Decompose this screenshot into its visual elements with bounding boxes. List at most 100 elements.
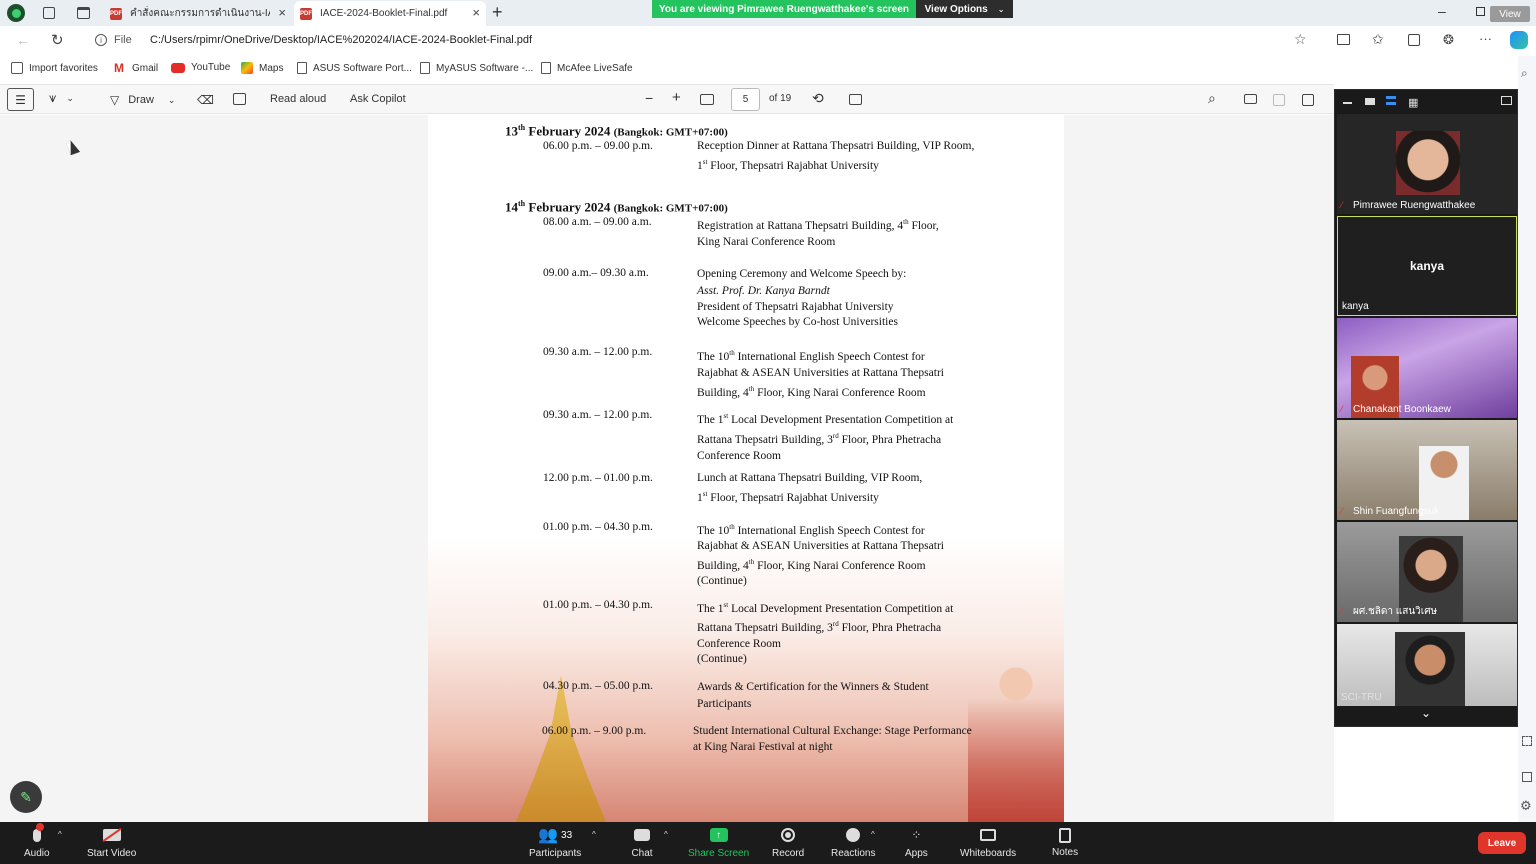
copilot-icon[interactable] [1510, 31, 1528, 49]
save-as-icon[interactable] [1302, 94, 1314, 106]
event-time: 01.00 p.m. – 04.30 p.m. [543, 521, 653, 533]
notes-button[interactable]: Notes [1052, 826, 1078, 858]
participant-tile[interactable]: SCI-TRU [1337, 624, 1517, 706]
page-number-input[interactable]: 5 [731, 88, 760, 111]
fit-page-icon[interactable] [700, 94, 714, 105]
screenshot-icon[interactable] [1522, 736, 1532, 746]
new-tab-button[interactable]: + [492, 2, 503, 23]
extensions-icon[interactable]: ❂ [1443, 32, 1454, 48]
favorite-star-icon[interactable]: ☆ [1294, 31, 1307, 48]
save-icon[interactable] [1273, 94, 1285, 106]
exit-view-icon[interactable] [1501, 96, 1512, 105]
leave-button[interactable]: Leave [1478, 832, 1526, 854]
pdf-icon: PDF [300, 7, 312, 20]
screen-share-banner: You are viewing Pimrawee Ruengwatthakee'… [652, 0, 1013, 18]
bookmark-gmail[interactable]: M Gmail [114, 62, 158, 74]
rotate-icon[interactable]: ⟲ [812, 90, 824, 107]
read-aloud-button[interactable]: Read aloud [270, 93, 326, 105]
participant-tile[interactable]: ⁄ Shin Fuangfungsuk [1337, 420, 1517, 520]
reactions-button[interactable]: Reactions [831, 826, 875, 859]
audio-options-icon[interactable]: ^ [58, 830, 62, 839]
reactions-options-icon[interactable]: ^ [871, 830, 875, 839]
mic-muted-icon [26, 823, 48, 844]
bookmark-myasus[interactable]: MyASUS Software -... [420, 62, 533, 74]
bookmark-asus-software[interactable]: ASUS Software Port... [297, 62, 412, 74]
event-time: 09.30 a.m. – 12.00 p.m. [543, 409, 653, 421]
restore-button[interactable] [1476, 7, 1485, 16]
chevron-down-icon: ⌄ [997, 4, 1005, 14]
participant-tile[interactable]: ⁄ Chanakant Boonkaew [1337, 318, 1517, 418]
minimize-button[interactable]: – [1438, 3, 1446, 19]
refresh-icon[interactable]: ↻ [51, 31, 64, 49]
profile-icon[interactable] [7, 4, 25, 22]
participant-display-name: kanya [1409, 259, 1445, 273]
whiteboards-button[interactable]: Whiteboards [960, 826, 1016, 859]
draw-tool-button[interactable]: ✎ [10, 781, 42, 813]
grid-view-icon[interactable]: ▦ [1408, 96, 1418, 109]
bookmark-import-favorites[interactable]: Import favorites [11, 62, 98, 74]
bookmark-youtube[interactable]: YouTube [171, 62, 230, 73]
chat-button[interactable]: Chat [631, 826, 653, 859]
speaker-view-icon[interactable] [1365, 98, 1375, 105]
event-description: Awards & Certification for the Winners &… [697, 681, 929, 710]
search-icon[interactable]: ⌕ [1208, 90, 1216, 107]
participants-button[interactable]: 👥 33 Participants [529, 826, 581, 859]
youtube-icon [171, 62, 185, 73]
more-icon[interactable]: ··· [1479, 31, 1492, 46]
close-tab-icon[interactable]: × [278, 5, 286, 20]
url-field[interactable]: C:/Users/rpimr/OneDrive/Desktop/IACE%202… [150, 34, 532, 46]
view-label: View [1499, 8, 1521, 20]
text-box-icon[interactable] [233, 93, 246, 105]
zoom-out-icon[interactable]: − [645, 90, 653, 106]
info-icon[interactable]: i [95, 34, 107, 46]
tab-booklet[interactable]: PDF IACE-2024-Booklet-Final.pdf × [294, 1, 486, 26]
collections-icon[interactable] [1408, 34, 1420, 46]
zoom-in-icon[interactable]: + [672, 89, 681, 106]
ask-copilot-button[interactable]: Ask Copilot [350, 93, 406, 105]
chat-options-icon[interactable]: ^ [664, 830, 668, 839]
participant-tile[interactable]: ⁄ ผศ.ชลิดา แสนวิเศษ [1337, 522, 1517, 622]
workspaces-icon[interactable] [43, 7, 55, 19]
apps-label: Apps [905, 848, 928, 859]
view-button[interactable]: View [1490, 6, 1530, 22]
highlight-button[interactable]: ⩛ ⌄ [49, 90, 74, 106]
start-video-button[interactable]: Start Video [87, 826, 136, 859]
favorites-icon[interactable]: ✩ [1372, 31, 1384, 48]
event-time: 06.00 p.m. – 9.00 p.m. [542, 725, 647, 737]
event-time: 04.30 p.m. – 05.00 p.m. [543, 680, 653, 692]
notes-icon [1054, 826, 1076, 844]
pdf-page: 13th February 2024 (Bangkok: GMT+07:00) … [428, 115, 1064, 822]
bookmark-mcafee[interactable]: McAfee LiveSafe [541, 62, 633, 74]
erase-icon[interactable]: ⌫ [197, 93, 214, 107]
tab-actions-icon[interactable] [77, 7, 90, 19]
gallery-minimize-icon[interactable] [1343, 102, 1352, 104]
pdf-viewer[interactable]: 13th February 2024 (Bangkok: GMT+07:00) … [0, 115, 1334, 822]
reactions-icon [842, 826, 864, 844]
split-screen-icon[interactable] [1337, 34, 1350, 45]
close-tab-icon[interactable]: × [472, 5, 480, 20]
apps-button[interactable]: ⁘ Apps [905, 826, 928, 859]
event-description: The 10th International English Speech Co… [697, 349, 944, 399]
video-off-icon [101, 826, 123, 844]
gmail-icon: M [114, 61, 124, 75]
sidebar-toggle-icon[interactable] [1522, 772, 1532, 782]
settings-icon[interactable]: ⚙ [1520, 798, 1532, 814]
chevron-down-icon[interactable]: ⌄ [1421, 706, 1431, 720]
audio-button[interactable]: Audio [24, 823, 50, 859]
view-options-button[interactable]: View Options ⌄ [916, 0, 1013, 18]
bookmark-maps[interactable]: Maps [241, 62, 283, 74]
participant-tile[interactable]: kanya kanya [1337, 216, 1517, 316]
participants-options-icon[interactable]: ^ [592, 830, 596, 839]
share-screen-button[interactable]: ↑ Share Screen [688, 826, 749, 859]
strip-view-icon[interactable] [1386, 96, 1396, 105]
print-icon[interactable] [1244, 94, 1257, 104]
draw-button[interactable]: ▽ Draw ⌄ [110, 93, 175, 107]
back-icon[interactable]: ← [16, 32, 30, 48]
contents-button[interactable]: ☰ [7, 88, 34, 111]
page-view-icon[interactable] [849, 94, 862, 105]
search-icon[interactable]: ⌕ [1521, 66, 1528, 81]
event-description: Reception Dinner at Rattana Thepsatri Bu… [697, 140, 975, 172]
tab-committee-order[interactable]: PDF คำสั่งคณะกรรมการดำเนินงาน-IACE-2... … [104, 1, 292, 26]
participant-tile[interactable]: ⁄ Pimrawee Ruengwatthakee [1337, 114, 1517, 214]
record-button[interactable]: Record [772, 826, 804, 859]
